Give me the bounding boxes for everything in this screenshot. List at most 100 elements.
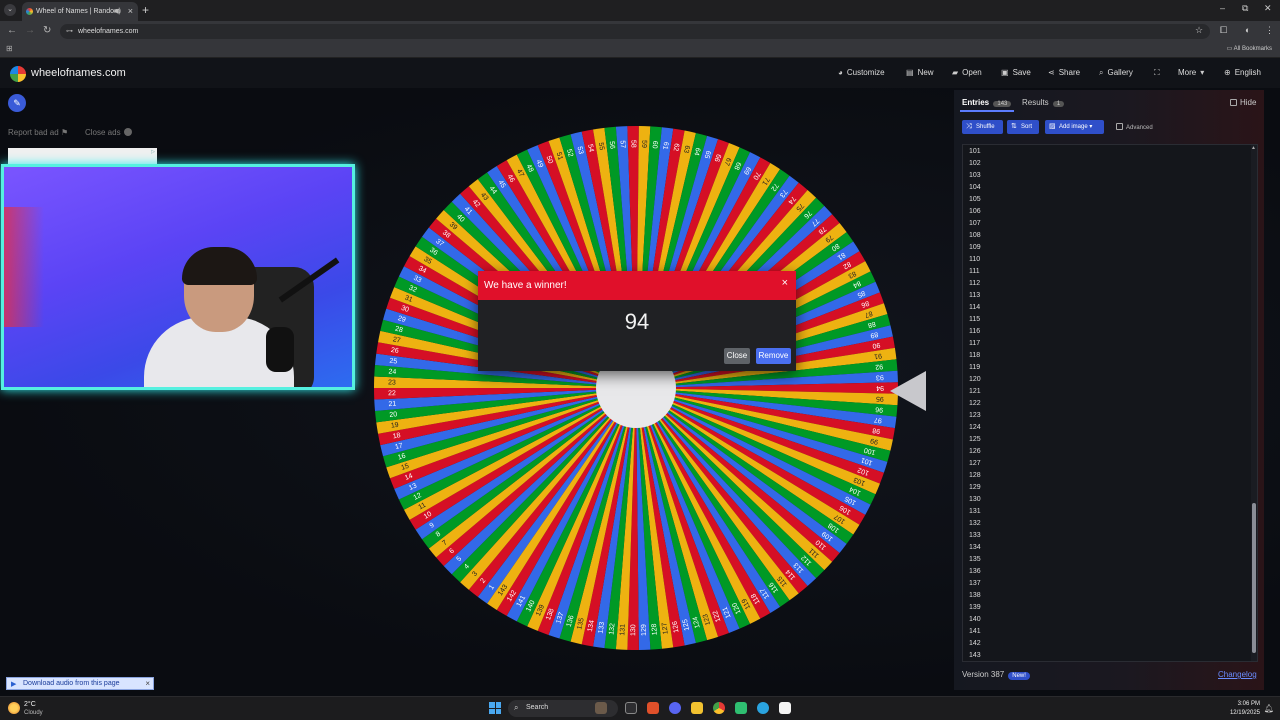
entry-line[interactable]: 121 (969, 388, 981, 395)
file-explorer-icon[interactable] (691, 702, 703, 714)
entry-line[interactable]: 101 (969, 148, 981, 155)
discord-icon[interactable] (669, 702, 681, 714)
entry-line[interactable]: 115 (969, 316, 980, 323)
edit-pencil-button[interactable]: ✎ (8, 94, 26, 112)
app-icon[interactable] (625, 702, 637, 714)
scroll-up-icon[interactable]: ▲ (1251, 145, 1256, 151)
entry-line[interactable]: 138 (969, 592, 981, 599)
new-button[interactable]: ▤ New (906, 68, 934, 77)
entry-line[interactable]: 105 (969, 196, 981, 203)
chrome-icon[interactable] (713, 702, 725, 714)
entries-textbox[interactable]: ▲ 101 102 103 104 105 106 107 108 109 110 111 112 11… (962, 144, 1258, 662)
telegram-icon[interactable] (757, 702, 769, 714)
scrollbar-thumb[interactable] (1252, 503, 1256, 653)
system-clock[interactable]: 3:06 PM 12/19/2025 (1230, 700, 1260, 718)
gallery-button[interactable]: ⌕ Gallery (1099, 68, 1133, 78)
all-bookmarks-button[interactable]: ▭ All Bookmarks (1227, 45, 1272, 52)
entry-line[interactable]: 130 (969, 496, 981, 503)
entry-line[interactable]: 108 (969, 232, 981, 239)
share-button[interactable]: ⋖ Share (1048, 68, 1080, 77)
sort-button[interactable]: ⇅ Sort (1007, 120, 1039, 134)
window-close-icon[interactable]: ✕ (1264, 3, 1272, 14)
language-button[interactable]: ⊕ English (1224, 68, 1261, 77)
entry-line[interactable]: 139 (969, 604, 981, 611)
notification-bell-icon[interactable]: 🔔︎ (1264, 704, 1274, 713)
report-bad-ad-link[interactable]: Report bad ad ⚑ (8, 128, 68, 137)
edge-icon[interactable] (735, 702, 747, 714)
save-button[interactable]: ▣ Save (1001, 68, 1031, 77)
entry-line[interactable]: 125 (969, 436, 981, 443)
entry-line[interactable]: 111 (969, 268, 980, 275)
address-bar[interactable]: ⊶ wheelofnames.com (60, 24, 1210, 39)
entry-line[interactable]: 110 (969, 256, 980, 263)
entry-line[interactable]: 135 (969, 556, 981, 563)
add-image-button[interactable]: ▨ Add image ▾ (1045, 120, 1104, 134)
site-info-icon[interactable]: ⊶ (66, 27, 73, 35)
more-button[interactable]: More ▾ (1178, 68, 1208, 77)
entry-line[interactable]: 140 (969, 616, 981, 623)
entry-line[interactable]: 114 (969, 304, 980, 311)
forward-icon[interactable]: → (25, 25, 35, 36)
minimize-icon[interactable]: – (1220, 3, 1225, 13)
widgets-app-icon[interactable] (595, 702, 607, 714)
entry-line[interactable]: 141 (969, 628, 981, 635)
reload-icon[interactable]: ↻ (43, 25, 51, 36)
advanced-checkbox[interactable]: Advanced (1116, 123, 1153, 131)
fullscreen-button[interactable]: ⛶ (1154, 68, 1164, 78)
entry-line[interactable]: 143 (969, 652, 981, 659)
entry-line[interactable]: 131 (969, 508, 981, 515)
tab-results[interactable]: Results 1 (1022, 98, 1065, 107)
extensions-icon[interactable]: ⧠ (1220, 25, 1227, 36)
entry-line[interactable]: 122 (969, 400, 981, 407)
entry-line[interactable]: 102 (969, 160, 981, 167)
notepad-icon[interactable] (779, 702, 791, 714)
entry-line[interactable]: 109 (969, 244, 981, 251)
entry-line[interactable]: 128 (969, 472, 981, 479)
entry-line[interactable]: 119 (969, 364, 980, 371)
speaker-icon[interactable]: ◀) (113, 7, 121, 15)
close-ads-link[interactable]: Close ads (85, 128, 132, 137)
dialog-close-icon[interactable]: × (782, 277, 788, 289)
adchoices-icon[interactable]: ▷ (151, 149, 155, 155)
bookmark-star-icon[interactable]: ☆ (1195, 25, 1203, 36)
entry-line[interactable]: 136 (969, 568, 981, 575)
new-tab-button[interactable]: + (142, 3, 149, 17)
tab-close-icon[interactable]: × (128, 6, 133, 16)
entry-line[interactable]: 104 (969, 184, 981, 191)
entry-line[interactable]: 106 (969, 208, 981, 215)
brave-icon[interactable] (647, 702, 659, 714)
download-audio-bar[interactable]: ▶ Download audio from this page × (6, 677, 154, 690)
entry-line[interactable]: 127 (969, 460, 981, 467)
entry-line[interactable]: 133 (969, 532, 981, 539)
entry-line[interactable]: 132 (969, 520, 981, 527)
profile-icon[interactable]: ◐ (1245, 25, 1250, 35)
maximize-icon[interactable]: ⧉ (1242, 3, 1248, 14)
tab-search-button[interactable]: ⌄ (4, 4, 16, 16)
entry-line[interactable]: 112 (969, 280, 980, 287)
entry-line[interactable]: 120 (969, 376, 981, 383)
hide-checkbox[interactable]: Hide (1230, 98, 1256, 107)
entry-line[interactable]: 126 (969, 448, 981, 455)
customize-button[interactable]: ◕ Customize (838, 68, 885, 77)
new-badge[interactable]: New! (1008, 672, 1030, 680)
wheel-logo-icon[interactable] (10, 66, 26, 82)
entry-line[interactable]: 118 (969, 352, 980, 359)
site-name[interactable]: wheelofnames.com (31, 67, 126, 79)
changelog-link[interactable]: Changelog (1218, 670, 1257, 679)
close-button[interactable]: Close (724, 348, 750, 364)
entry-line[interactable]: 103 (969, 172, 981, 179)
entry-line[interactable]: 134 (969, 544, 981, 551)
browser-menu-icon[interactable]: ⋮ (1265, 25, 1274, 36)
entry-line[interactable]: 107 (969, 220, 981, 227)
shuffle-button[interactable]: ⤨ Shuffle (962, 120, 1003, 134)
back-icon[interactable]: ← (7, 25, 17, 36)
remove-button[interactable]: Remove (756, 348, 791, 364)
entry-line[interactable]: 137 (969, 580, 981, 587)
entry-line[interactable]: 117 (969, 340, 980, 347)
apps-grid-icon[interactable]: ⊞ (6, 44, 13, 53)
entry-line[interactable]: 129 (969, 484, 981, 491)
entry-line[interactable]: 124 (969, 424, 981, 431)
tab-entries[interactable]: Entries 143 (962, 98, 1012, 107)
entry-line[interactable]: 142 (969, 640, 981, 647)
wheel[interactable]: 1234567891011121314151617181920212223242… (372, 124, 900, 652)
